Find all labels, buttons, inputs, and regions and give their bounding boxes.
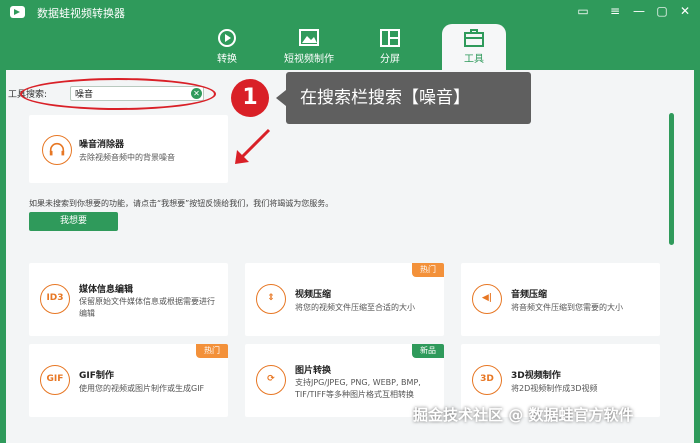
minimize-icon[interactable]: —: [631, 3, 647, 19]
arrow-icon: [235, 128, 271, 164]
tab-label: 转换: [217, 54, 237, 65]
card-desc: 将2D视频制作成3D视频: [511, 384, 598, 393]
title-bar: 数据蛙视频转换器 ▭ ≡ — ▢ ✕: [0, 0, 700, 24]
convert-icon: [218, 29, 236, 47]
tab-tools[interactable]: 工具: [442, 24, 506, 70]
new-badge: 新品: [412, 344, 444, 358]
menu-icon[interactable]: ≡: [607, 3, 623, 19]
main-nav: 转换 短视频制作 分屏 工具: [0, 24, 700, 70]
tool-card-video-compress[interactable]: 热门 ⇕ 视频压缩 将您的视频文件压缩至合适的大小: [245, 263, 444, 336]
maximize-icon[interactable]: ▢: [654, 3, 670, 19]
card-title: 3D视频制作: [511, 371, 561, 381]
tab-split-screen[interactable]: 分屏: [370, 24, 410, 70]
hot-badge: 热门: [196, 344, 228, 358]
tab-label: 短视频制作: [284, 54, 334, 65]
card-desc: 将您的视频文件压缩至合适的大小: [295, 303, 415, 312]
audio-compress-icon: ◀|: [472, 284, 502, 314]
scrollbar[interactable]: [669, 113, 674, 245]
tab-short-video[interactable]: 短视频制作: [284, 24, 334, 70]
tab-label: 分屏: [380, 54, 400, 65]
id3-icon: ID3: [40, 284, 70, 314]
card-desc: 将音频文件压缩到您需要的大小: [511, 303, 623, 312]
tool-card-media-info[interactable]: ID3 媒体信息编辑 保留原始文件媒体信息或根据需要进行编辑: [29, 263, 228, 336]
card-desc: 去除视频音频中的背景噪音: [79, 153, 175, 162]
annotation-callout: 在搜索栏搜索【噪音】: [276, 72, 531, 124]
card-desc: 支持JPG/JPEG, PNG, WEBP, BMP, TIF/TIFF等多种图…: [295, 378, 421, 399]
hot-badge: 热门: [412, 263, 444, 277]
app-logo-icon: [10, 6, 25, 18]
compress-icon: ⇕: [256, 284, 286, 314]
tool-card-audio-compress[interactable]: ◀| 音频压缩 将音频文件压缩到您需要的大小: [461, 263, 660, 336]
card-title: 媒体信息编辑: [79, 285, 134, 295]
app-title: 数据蛙视频转换器: [37, 7, 125, 20]
close-icon[interactable]: ✕: [677, 3, 693, 19]
card-desc: 使用您的视频或图片制作或生成GIF: [79, 384, 205, 393]
card-title: GIF制作: [79, 371, 114, 381]
gif-icon: GIF: [40, 365, 70, 395]
image-convert-icon: ⟳: [256, 365, 286, 395]
card-title: 视频压缩: [295, 290, 332, 300]
split-screen-icon: [380, 29, 400, 47]
headphones-noise-icon: [42, 135, 72, 165]
short-video-icon: [299, 29, 319, 46]
card-desc: 保留原始文件媒体信息或根据需要进行编辑: [79, 297, 215, 318]
message-icon[interactable]: ▭: [575, 3, 591, 19]
tab-label: 工具: [464, 54, 484, 65]
card-title: 图片转换: [295, 366, 332, 376]
toolbox-icon: [464, 29, 484, 47]
card-title: 噪音消除器: [79, 140, 125, 150]
highlight-ellipse: [20, 78, 216, 110]
3d-icon: 3D: [472, 365, 502, 395]
card-title: 音频压缩: [511, 290, 548, 300]
tab-convert[interactable]: 转换: [206, 24, 248, 70]
noise-remover-card[interactable]: 噪音消除器 去除视频音频中的背景噪音: [29, 115, 228, 183]
watermark: 掘金技术社区 @ 数据蛙官方软件: [413, 406, 634, 424]
step-badge: 1: [231, 79, 269, 117]
feedback-hint: 如果未搜索到你想要的功能，请点击“我想要”按钮反馈给我们，我们将竭诚为您服务。: [29, 199, 334, 208]
tool-card-gif[interactable]: 热门 GIF GIF制作 使用您的视频或图片制作或生成GIF: [29, 344, 228, 417]
want-button[interactable]: 我想要: [29, 212, 118, 231]
